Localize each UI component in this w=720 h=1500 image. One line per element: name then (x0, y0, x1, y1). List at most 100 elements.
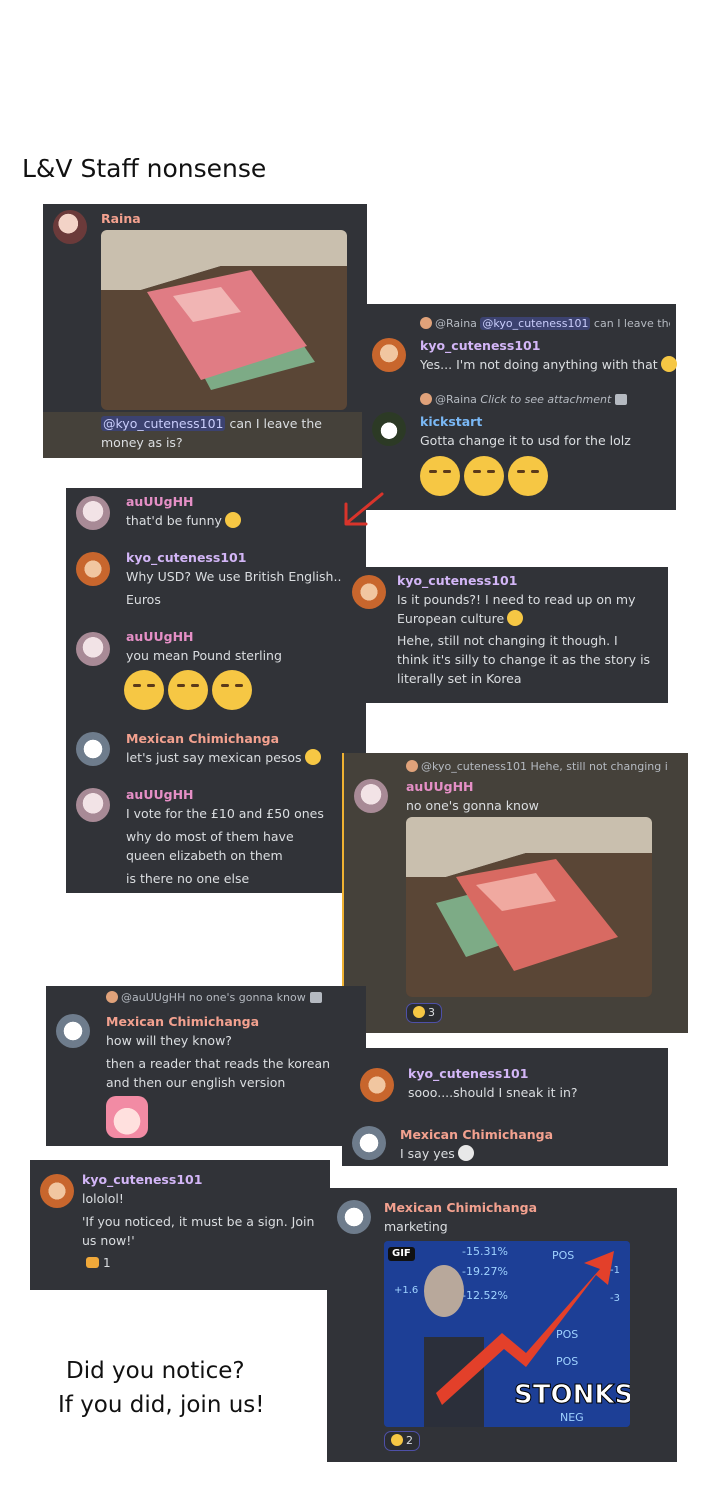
svg-text:POS: POS (552, 1249, 574, 1262)
message-text: how will they know? (106, 1033, 232, 1048)
gif-badge: GIF (388, 1247, 415, 1261)
svg-text:-15.31%: -15.31% (462, 1245, 508, 1258)
avatar[interactable] (352, 575, 386, 609)
reply-preview[interactable]: @kyo_cuteness101 Hehe, still not changin… (406, 759, 686, 775)
username[interactable]: auUUgHH (126, 492, 194, 511)
reply-avatar (420, 393, 432, 405)
reply-preview[interactable]: @Raina Click to see attachment (420, 392, 670, 408)
message-text: then a reader that reads the korean and … (106, 1056, 331, 1090)
emoji (660, 356, 677, 372)
page-title: L&V Staff nonsense (22, 154, 267, 183)
message-text: I vote for the £10 and £50 ones (126, 806, 324, 821)
emoji (391, 1434, 403, 1446)
message-text: Why USD? We use British English... (126, 569, 346, 584)
username[interactable]: kyo_cuteness101 (397, 571, 517, 590)
svg-text:-3: -3 (610, 1293, 620, 1304)
reply-avatar (406, 760, 418, 772)
reply-avatar (420, 317, 432, 329)
avatar[interactable] (40, 1174, 74, 1208)
username[interactable]: Mexican Chimichanga (126, 729, 279, 748)
message-text: no one's gonna know (406, 798, 539, 813)
message-card-no-one-knows: @kyo_cuteness101 Hehe, still not changin… (342, 753, 688, 1033)
svg-text:POS: POS (556, 1355, 578, 1368)
skull-emoji-icon (457, 1145, 474, 1161)
image-icon (309, 992, 322, 1003)
message-card-conversation: auUUgHH that'd be funny kyo_cuteness101 … (66, 488, 366, 893)
username[interactable]: Raina (101, 209, 141, 228)
reaction-button[interactable]: 2 (384, 1431, 420, 1451)
username[interactable]: Mexican Chimichanga (384, 1198, 537, 1217)
closing-line-1: Did you notice? (66, 1358, 245, 1384)
username[interactable]: kyo_cuteness101 (408, 1064, 528, 1083)
message-text: Euros (126, 592, 161, 607)
message-text: 'If you noticed, it must be a sign. Join… (82, 1214, 315, 1248)
message-text: marketing (384, 1219, 448, 1234)
emoji (124, 670, 164, 710)
username[interactable]: auUUgHH (406, 777, 474, 796)
emoji (224, 512, 241, 528)
emoji (413, 1006, 425, 1018)
svg-text:-12.52%: -12.52% (462, 1289, 508, 1302)
big-emoji-row (124, 670, 256, 715)
emoji (86, 1257, 99, 1268)
emoji (508, 456, 548, 496)
svg-text:-19.27%: -19.27% (462, 1265, 508, 1278)
avatar[interactable] (76, 732, 110, 766)
svg-text:STONKS: STONKS (514, 1380, 630, 1410)
username[interactable]: auUUgHH (126, 785, 194, 804)
username[interactable]: Mexican Chimichanga (106, 1012, 259, 1031)
avatar[interactable] (360, 1068, 394, 1102)
message-card-lololol: kyo_cuteness101 lololol! 'If you noticed… (30, 1160, 330, 1290)
message-text: Gotta change it to usd for the lolz (420, 433, 631, 448)
closing-line-2: If you did, join us! (58, 1392, 265, 1418)
emoji (420, 456, 460, 496)
message-card-marketing: Mexican Chimichanga marketing -15.31% -1… (327, 1188, 677, 1462)
avatar[interactable] (76, 632, 110, 666)
message-text: why do most of them have queen elizabeth… (126, 829, 294, 863)
reaction-button[interactable]: 3 (406, 1003, 442, 1023)
attached-image[interactable] (406, 817, 652, 997)
message-text: that'd be funny (126, 511, 241, 530)
avatar[interactable] (372, 338, 406, 372)
username[interactable]: auUUgHH (126, 627, 194, 646)
sticker[interactable] (106, 1096, 148, 1138)
username[interactable]: kyo_cuteness101 (126, 548, 246, 567)
svg-text:POS: POS (556, 1328, 578, 1341)
emoji (304, 749, 321, 765)
message-card-pounds: kyo_cuteness101 Is it pounds?! I need to… (342, 567, 668, 703)
avatar[interactable] (56, 1014, 90, 1048)
attached-image[interactable] (101, 230, 347, 410)
reaction[interactable]: 1 (86, 1254, 111, 1273)
red-arrow-icon (344, 492, 384, 526)
avatar[interactable] (372, 412, 406, 446)
gif-stonks[interactable]: -15.31% -19.27% -12.52% +1.6 POS POS POS… (384, 1241, 630, 1427)
avatar[interactable] (352, 1126, 386, 1160)
svg-text:NEG: NEG (560, 1411, 584, 1424)
message-card-raina: Raina @kyo_cuteness101 can I leave the m… (43, 204, 367, 458)
avatar[interactable] (76, 496, 110, 530)
message-text: sooo....should I sneak it in? (408, 1085, 578, 1100)
reply-preview[interactable]: @auUUgHH no one's gonna know (106, 990, 361, 1006)
reply-preview[interactable]: @Raina @kyo_cuteness101 can I leave the … (420, 316, 670, 332)
emoji (168, 670, 208, 710)
user-mention[interactable]: @kyo_cuteness101 (101, 416, 226, 431)
avatar[interactable] (53, 210, 87, 244)
emoji (212, 670, 252, 710)
message-text: you mean Pound sterling (126, 648, 282, 663)
avatar[interactable] (76, 552, 110, 586)
username[interactable]: kyo_cuteness101 (420, 336, 540, 355)
message-text: let's just say mexican pesos (126, 748, 321, 767)
message-card-sneak-it-in: kyo_cuteness101 sooo....should I sneak i… (342, 1048, 668, 1166)
avatar[interactable] (354, 779, 388, 813)
username[interactable]: kickstart (420, 412, 482, 431)
avatar[interactable] (76, 788, 110, 822)
avatar[interactable] (337, 1200, 371, 1234)
message-text: Is it pounds?! I need to read up on my E… (397, 592, 636, 626)
message-card-how-will-they-know: @auUUgHH no one's gonna know Mexican Chi… (46, 986, 366, 1146)
username[interactable]: Mexican Chimichanga (400, 1125, 553, 1144)
message-text: I say yes (400, 1144, 474, 1163)
username[interactable]: kyo_cuteness101 (82, 1170, 202, 1189)
message-text: lololol! (82, 1191, 124, 1206)
message-text: is there no one else (126, 871, 250, 886)
message-text: @kyo_cuteness101 can I leave the money a… (101, 416, 322, 450)
